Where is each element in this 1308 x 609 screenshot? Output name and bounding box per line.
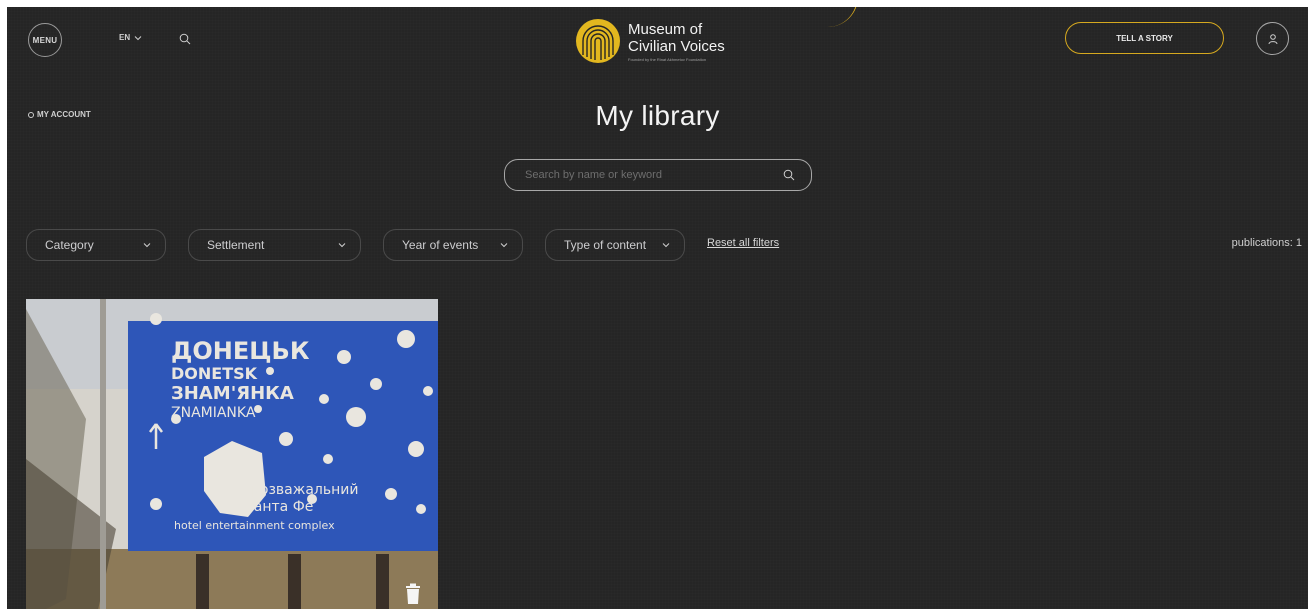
logo-title: Museum of Civilian Voices xyxy=(628,20,725,55)
filter-category-label: Category xyxy=(45,238,94,252)
sign-text-rozvazhalnyi: розважальний xyxy=(251,482,358,498)
filter-type-of-content[interactable]: Type of content xyxy=(545,229,685,261)
chevron-down-icon xyxy=(338,243,346,248)
fingerprint-logo-icon xyxy=(576,19,620,63)
chevron-down-icon xyxy=(143,243,151,248)
sign-text-santa-fe: Санта Фе xyxy=(244,499,313,515)
menu-button[interactable]: MENU xyxy=(28,23,62,57)
search-icon[interactable] xyxy=(783,169,795,181)
search-input[interactable] xyxy=(523,168,783,182)
war-damaged-road-sign-photo: ДОНЕЦЬК DONETSK ЗНАМ'ЯНКА ZNAMIANKA розв… xyxy=(26,299,438,609)
sign-text-donetsk: ДОНЕЦЬК xyxy=(171,337,310,365)
trash-icon[interactable] xyxy=(404,583,422,605)
menu-label: MENU xyxy=(32,35,58,45)
filter-settlement-label: Settlement xyxy=(207,238,265,252)
page: MENU EN Museum of Civilian Voices Founde… xyxy=(7,7,1308,609)
search-box xyxy=(504,159,812,191)
sign-text-znamianka-latin: ZNAMIANKA xyxy=(171,405,256,421)
chevron-down-icon xyxy=(500,243,508,248)
sign-text-znamianka: ЗНАМ'ЯНКА xyxy=(171,383,294,404)
tell-a-story-label: TELL A STORY xyxy=(1116,33,1173,43)
search-icon[interactable] xyxy=(179,33,191,45)
page-title: My library xyxy=(595,100,720,131)
user-icon xyxy=(1268,33,1277,44)
logo-subtitle: Founded by the Rinat Akhmetov Foundation xyxy=(628,56,707,62)
chevron-down-icon xyxy=(662,243,670,248)
filter-settlement[interactable]: Settlement xyxy=(188,229,361,261)
header: MENU EN Museum of Civilian Voices Founde… xyxy=(7,7,1308,77)
tell-a-story-button[interactable]: TELL A STORY xyxy=(1065,22,1224,54)
user-account-button[interactable] xyxy=(1256,22,1289,55)
chevron-down-icon xyxy=(134,35,142,40)
museum-logo[interactable]: Museum of Civilian Voices Founded by the… xyxy=(574,15,754,67)
sign-text-hotel-complex: hotel entertainment complex xyxy=(174,519,335,532)
filter-type-label: Type of content xyxy=(564,238,647,252)
library-item-card[interactable]: ДОНЕЦЬК DONETSK ЗНАМ'ЯНКА ZNAMIANKA розв… xyxy=(26,299,438,609)
language-selector[interactable]: EN xyxy=(119,33,142,42)
language-label: EN xyxy=(119,33,131,42)
sign-text-donetsk-latin: DONETSK xyxy=(171,364,258,383)
filter-category[interactable]: Category xyxy=(26,229,166,261)
filter-year-label: Year of events xyxy=(402,238,479,252)
reset-filters-link[interactable]: Reset all filters xyxy=(707,237,779,249)
publications-count: publications: 1 xyxy=(1231,237,1302,249)
filter-year-of-events[interactable]: Year of events xyxy=(383,229,523,261)
